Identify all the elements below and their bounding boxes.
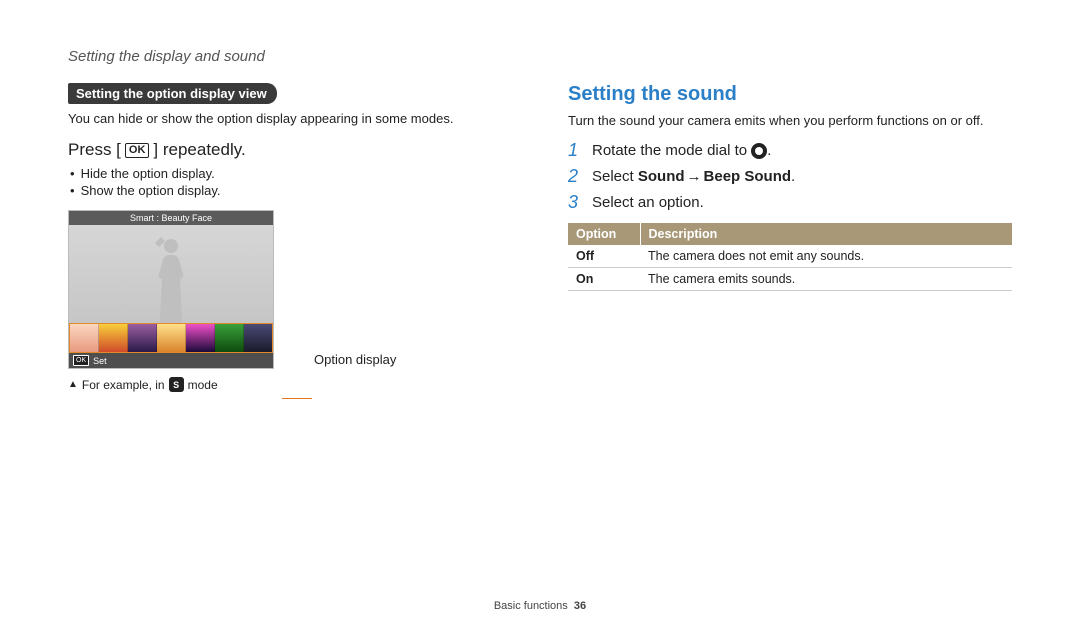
thumb-item bbox=[157, 324, 186, 352]
footnote-suffix: mode bbox=[188, 378, 218, 392]
right-column: Setting the sound Turn the sound your ca… bbox=[568, 83, 1012, 392]
bullet-list: Hide the option display. Show the option… bbox=[70, 166, 512, 198]
ok-mini-icon: OK bbox=[73, 355, 89, 366]
callout-label: Option display bbox=[314, 352, 396, 367]
step-item: 2 Select Sound→Beep Sound. bbox=[568, 166, 1012, 187]
thumb-item bbox=[244, 324, 272, 352]
step-number: 2 bbox=[568, 166, 582, 187]
table-cell-option: Off bbox=[568, 245, 640, 268]
intro-text: You can hide or show the option display … bbox=[68, 110, 512, 128]
step-text-pre: Select bbox=[592, 168, 638, 185]
step-item: 1 Rotate the mode dial to . bbox=[568, 140, 1012, 161]
table-row: Off The camera does not emit any sounds. bbox=[568, 245, 1012, 268]
table-cell-option: On bbox=[568, 268, 640, 291]
footer-section: Basic functions bbox=[494, 600, 568, 612]
press-suffix: ] repeatedly. bbox=[153, 140, 245, 160]
ok-icon: OK bbox=[125, 143, 150, 158]
step-number: 1 bbox=[568, 140, 582, 161]
table-row: On The camera emits sounds. bbox=[568, 268, 1012, 291]
step-list: 1 Rotate the mode dial to . 2 Select Sou… bbox=[568, 140, 1012, 213]
step-text-pre: Rotate the mode dial to bbox=[592, 142, 751, 159]
step-text: Select an option. bbox=[592, 194, 704, 211]
thumb-item bbox=[70, 324, 99, 352]
table-cell-desc: The camera does not emit any sounds. bbox=[640, 245, 1012, 268]
screenshot-footer-label: Set bbox=[93, 356, 107, 366]
page-footer: Basic functions 36 bbox=[0, 600, 1080, 612]
step-text-post: . bbox=[791, 168, 795, 185]
step-number: 3 bbox=[568, 192, 582, 213]
step-text: Select Sound→Beep Sound. bbox=[592, 168, 795, 185]
step-text-post: . bbox=[767, 142, 771, 159]
callout-line bbox=[282, 398, 312, 399]
table-header: Description bbox=[640, 223, 1012, 245]
section-heading-pill: Setting the option display view bbox=[68, 83, 277, 104]
screenshot-header: Smart : Beauty Face bbox=[69, 211, 273, 225]
thumbnail-strip bbox=[69, 323, 273, 353]
footnote-prefix: For example, in bbox=[82, 378, 165, 392]
camera-screenshot: Smart : Beauty Face bbox=[68, 210, 274, 369]
triangle-up-icon: ▲ bbox=[68, 379, 78, 390]
section-heading: Setting the sound bbox=[568, 83, 1012, 106]
page-number: 36 bbox=[574, 600, 586, 612]
left-column: Setting the option display view You can … bbox=[68, 83, 512, 392]
step-item: 3 Select an option. bbox=[568, 192, 1012, 213]
table-header: Option bbox=[568, 223, 640, 245]
press-prefix: Press [ bbox=[68, 140, 121, 160]
page-title: Setting the display and sound bbox=[68, 48, 1012, 65]
footnote: ▲ For example, in S mode bbox=[68, 377, 512, 392]
bullet-item: Show the option display. bbox=[70, 183, 512, 198]
step-bold: Beep Sound bbox=[704, 168, 792, 185]
manual-page: Setting the display and sound Setting th… bbox=[0, 0, 1080, 630]
intro-text: Turn the sound your camera emits when yo… bbox=[568, 112, 1012, 130]
screenshot-body bbox=[69, 225, 273, 323]
thumb-item bbox=[99, 324, 128, 352]
step-text: Rotate the mode dial to . bbox=[592, 142, 771, 159]
mode-chip-icon: S bbox=[169, 377, 184, 392]
screenshot-footer: OK Set bbox=[69, 353, 273, 368]
options-table: Option Description Off The camera does n… bbox=[568, 223, 1012, 291]
table-cell-desc: The camera emits sounds. bbox=[640, 268, 1012, 291]
thumb-item bbox=[215, 324, 244, 352]
step-bold: Sound bbox=[638, 168, 685, 185]
thumb-item bbox=[128, 324, 157, 352]
bullet-item: Hide the option display. bbox=[70, 166, 512, 181]
press-instruction: Press [ OK] repeatedly. bbox=[68, 140, 512, 160]
gear-icon bbox=[751, 143, 767, 159]
two-column-layout: Setting the option display view You can … bbox=[68, 83, 1012, 392]
arrow-right-icon: → bbox=[687, 168, 702, 185]
thumb-item bbox=[186, 324, 215, 352]
person-silhouette-icon bbox=[141, 231, 201, 323]
callout: Option display bbox=[282, 266, 396, 313]
